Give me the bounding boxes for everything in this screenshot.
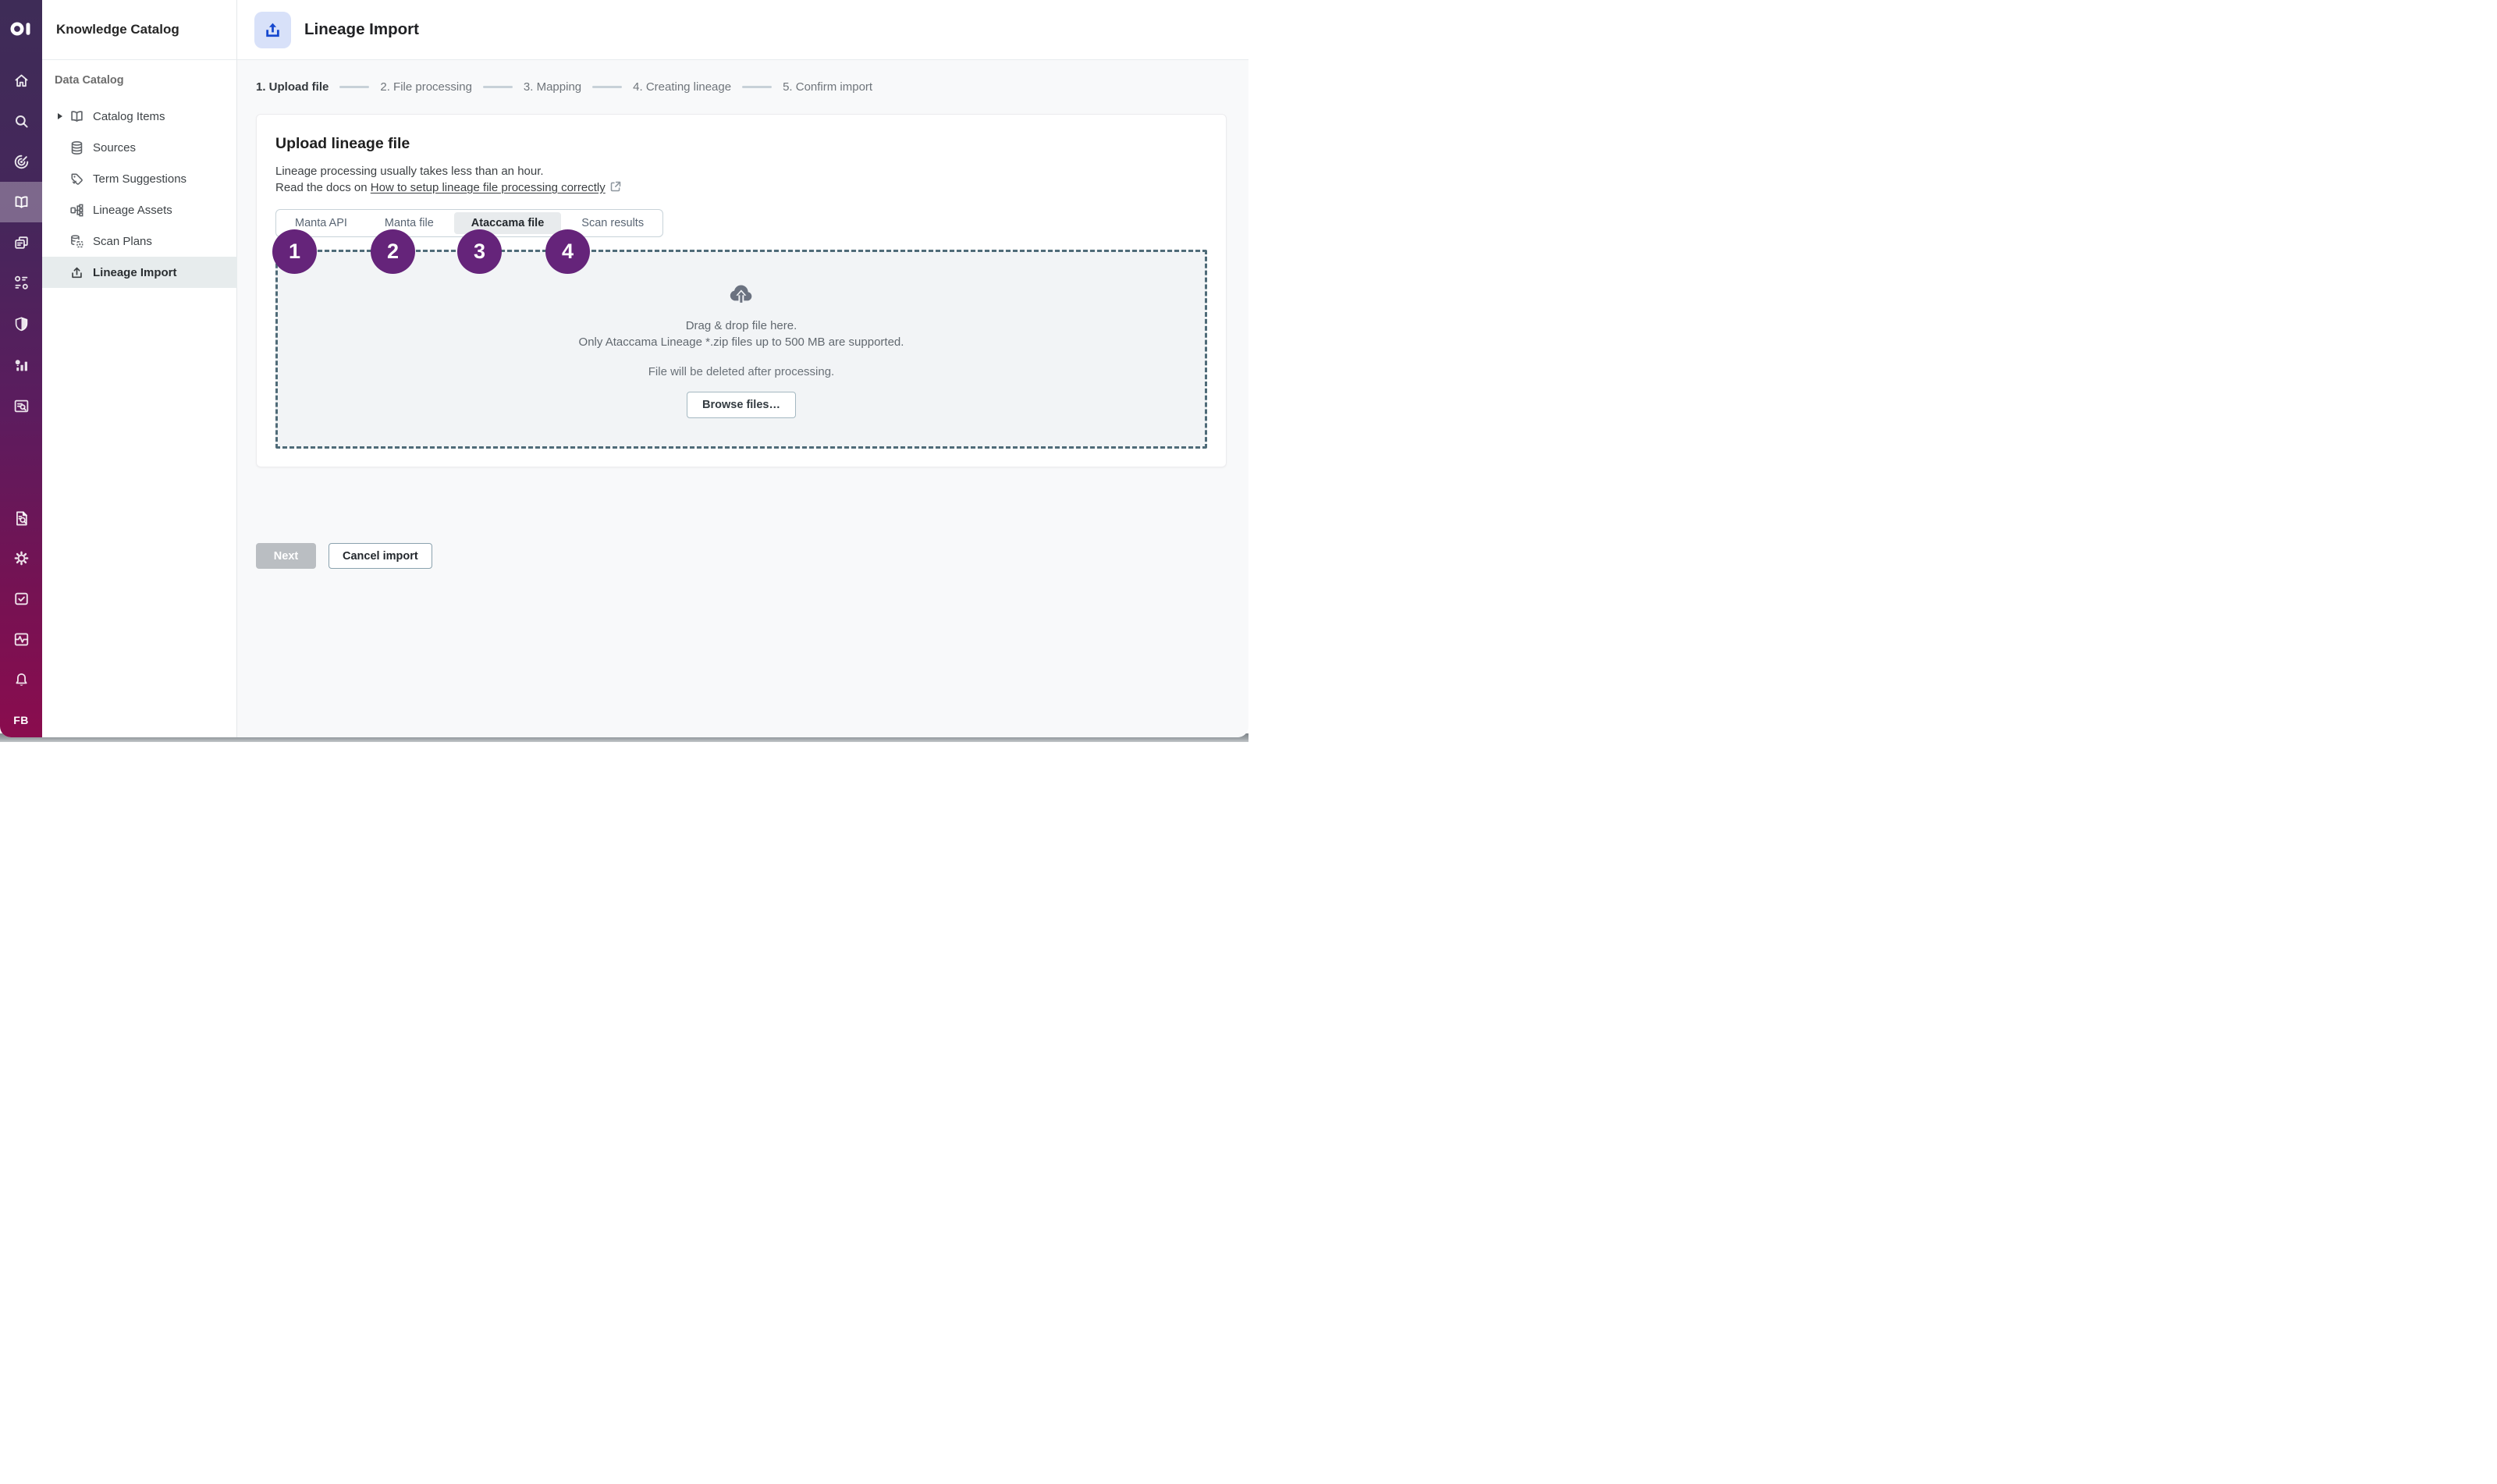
sidebar-item-label: Scan Plans (93, 235, 152, 248)
document-search-icon (12, 509, 30, 527)
sidebar-nav-list: Catalog Items Sources (42, 101, 237, 288)
tag-icon (69, 171, 85, 187)
tab-scan-results[interactable]: Scan results (564, 212, 661, 234)
step-file-processing: 2. File processing (380, 80, 472, 94)
sidebar-item-catalog-items[interactable]: Catalog Items (42, 101, 237, 132)
upload-icon (69, 264, 85, 281)
rail-nav-notifications[interactable] (0, 662, 42, 697)
rail-nav-business-glossary[interactable] (0, 265, 42, 300)
upload-card: Upload lineage file Lineage processing u… (256, 114, 1227, 467)
database-icon (69, 140, 85, 156)
tab-manta-file[interactable]: Manta file (368, 212, 451, 234)
sidebar-item-term-suggestions[interactable]: Term Suggestions (42, 163, 237, 194)
eq-search-icon (12, 397, 30, 415)
sidebar-item-label: Lineage Import (93, 266, 177, 279)
sidebar-item-scan-plans[interactable]: Scan Plans (42, 225, 237, 257)
monitor-pulse-icon (12, 630, 30, 648)
search-icon (12, 112, 30, 130)
rail-nav-knowledge-catalog[interactable] (0, 182, 42, 222)
open-book-icon (12, 193, 30, 211)
page-title: Lineage Import (304, 20, 419, 39)
app-window: FB Knowledge Catalog Data Catalog (0, 0, 1248, 737)
rail-nav-home[interactable] (0, 63, 42, 98)
caret-right-icon (56, 112, 64, 120)
sidebar-item-lineage-import[interactable]: Lineage Import (42, 257, 237, 288)
rail-nav-data-quality[interactable] (0, 144, 42, 179)
dropzone-line1: Drag & drop file here. (686, 318, 797, 334)
import-stepper: 1. Upload file 2. File processing 3. Map… (256, 77, 872, 96)
step-creating-lineage: 4. Creating lineage (633, 80, 731, 94)
annotation-badge-4[interactable]: 4 (545, 229, 590, 274)
step-connector (483, 86, 513, 88)
cancel-import-button[interactable]: Cancel import (329, 543, 432, 569)
shield-icon (12, 315, 30, 333)
rail-nav-documents[interactable] (0, 225, 42, 260)
page-icon-tile (254, 12, 291, 48)
dropzone-line2: Only Ataccama Lineage *.zip files up to … (579, 334, 904, 350)
annotation-badge-1[interactable]: 1 (272, 229, 317, 274)
card-description-line2: Read the docs on How to setup lineage fi… (275, 179, 1207, 197)
user-avatar[interactable]: FB (0, 714, 42, 726)
wizard-actions: Next Cancel import (256, 543, 432, 569)
rail-nav-tasks[interactable] (0, 581, 42, 616)
sidebar-item-label: Lineage Assets (93, 204, 172, 217)
step-connector (339, 86, 369, 88)
step-upload-file: 1. Upload file (256, 80, 329, 94)
next-button[interactable]: Next (256, 543, 316, 569)
cloud-upload-icon (727, 280, 755, 306)
home-icon (12, 72, 30, 90)
rail-nav-policies[interactable] (0, 307, 42, 341)
sidebar-item-lineage-assets[interactable]: Lineage Assets (42, 194, 237, 225)
copy-files-icon (12, 234, 30, 252)
sidebar-item-label: Term Suggestions (93, 172, 186, 186)
external-link-icon (609, 180, 622, 197)
file-dropzone[interactable]: Drag & drop file here. Only Ataccama Lin… (275, 250, 1207, 449)
rail-nav-monitoring[interactable] (0, 389, 42, 423)
page-header: Lineage Import (237, 0, 1248, 60)
card-description-line1: Lineage processing usually takes less th… (275, 163, 1207, 179)
insights-chart-icon (12, 356, 30, 374)
scan-plans-icon (69, 233, 85, 250)
page-content: 1. Upload file 2. File processing 3. Map… (237, 60, 1248, 737)
main-area: Lineage Import 1. Upload file 2. File pr… (237, 0, 1248, 737)
gear-icon (12, 549, 30, 567)
sidebar-header: Knowledge Catalog (42, 0, 236, 60)
rail-nav-activity[interactable] (0, 622, 42, 656)
docs-link[interactable]: How to setup lineage file processing cor… (371, 181, 606, 194)
rail-nav-settings[interactable] (0, 541, 42, 575)
ataccama-logo[interactable] (0, 12, 42, 46)
radar-icon (12, 153, 30, 171)
expand-caret[interactable] (53, 112, 67, 120)
browse-files-button[interactable]: Browse files… (687, 392, 796, 418)
screen: FB Knowledge Catalog Data Catalog (0, 0, 1248, 742)
annotation-badge-3[interactable]: 3 (457, 229, 502, 274)
sidebar-item-label: Catalog Items (93, 110, 165, 123)
step-connector (742, 86, 772, 88)
sidebar-item-sources[interactable]: Sources (42, 132, 237, 163)
dropzone-note: File will be deleted after processing. (648, 365, 834, 378)
card-title: Upload lineage file (275, 135, 1207, 153)
rail-nav-insights[interactable] (0, 347, 42, 382)
ataccama-logo-icon (9, 20, 33, 37)
app-rail: FB (0, 0, 42, 737)
step-mapping: 3. Mapping (524, 80, 581, 94)
checkbox-check-icon (12, 590, 30, 608)
sidebar-section-label: Data Catalog (55, 74, 124, 87)
bell-icon (12, 671, 30, 689)
org-lists-icon (12, 274, 30, 292)
open-book-icon (69, 108, 85, 125)
sidebar-title: Knowledge Catalog (56, 22, 179, 37)
sidebar-item-label: Sources (93, 141, 136, 154)
upload-icon (262, 20, 283, 41)
lineage-icon (69, 202, 85, 218)
card-description-prefix: Read the docs on (275, 181, 371, 194)
rail-nav-search[interactable] (0, 104, 42, 138)
rail-nav-audit[interactable] (0, 501, 42, 535)
annotation-badge-2[interactable]: 2 (371, 229, 415, 274)
sidebar: Knowledge Catalog Data Catalog Cat (42, 0, 237, 737)
step-confirm-import: 5. Confirm import (783, 80, 872, 94)
step-connector (592, 86, 622, 88)
